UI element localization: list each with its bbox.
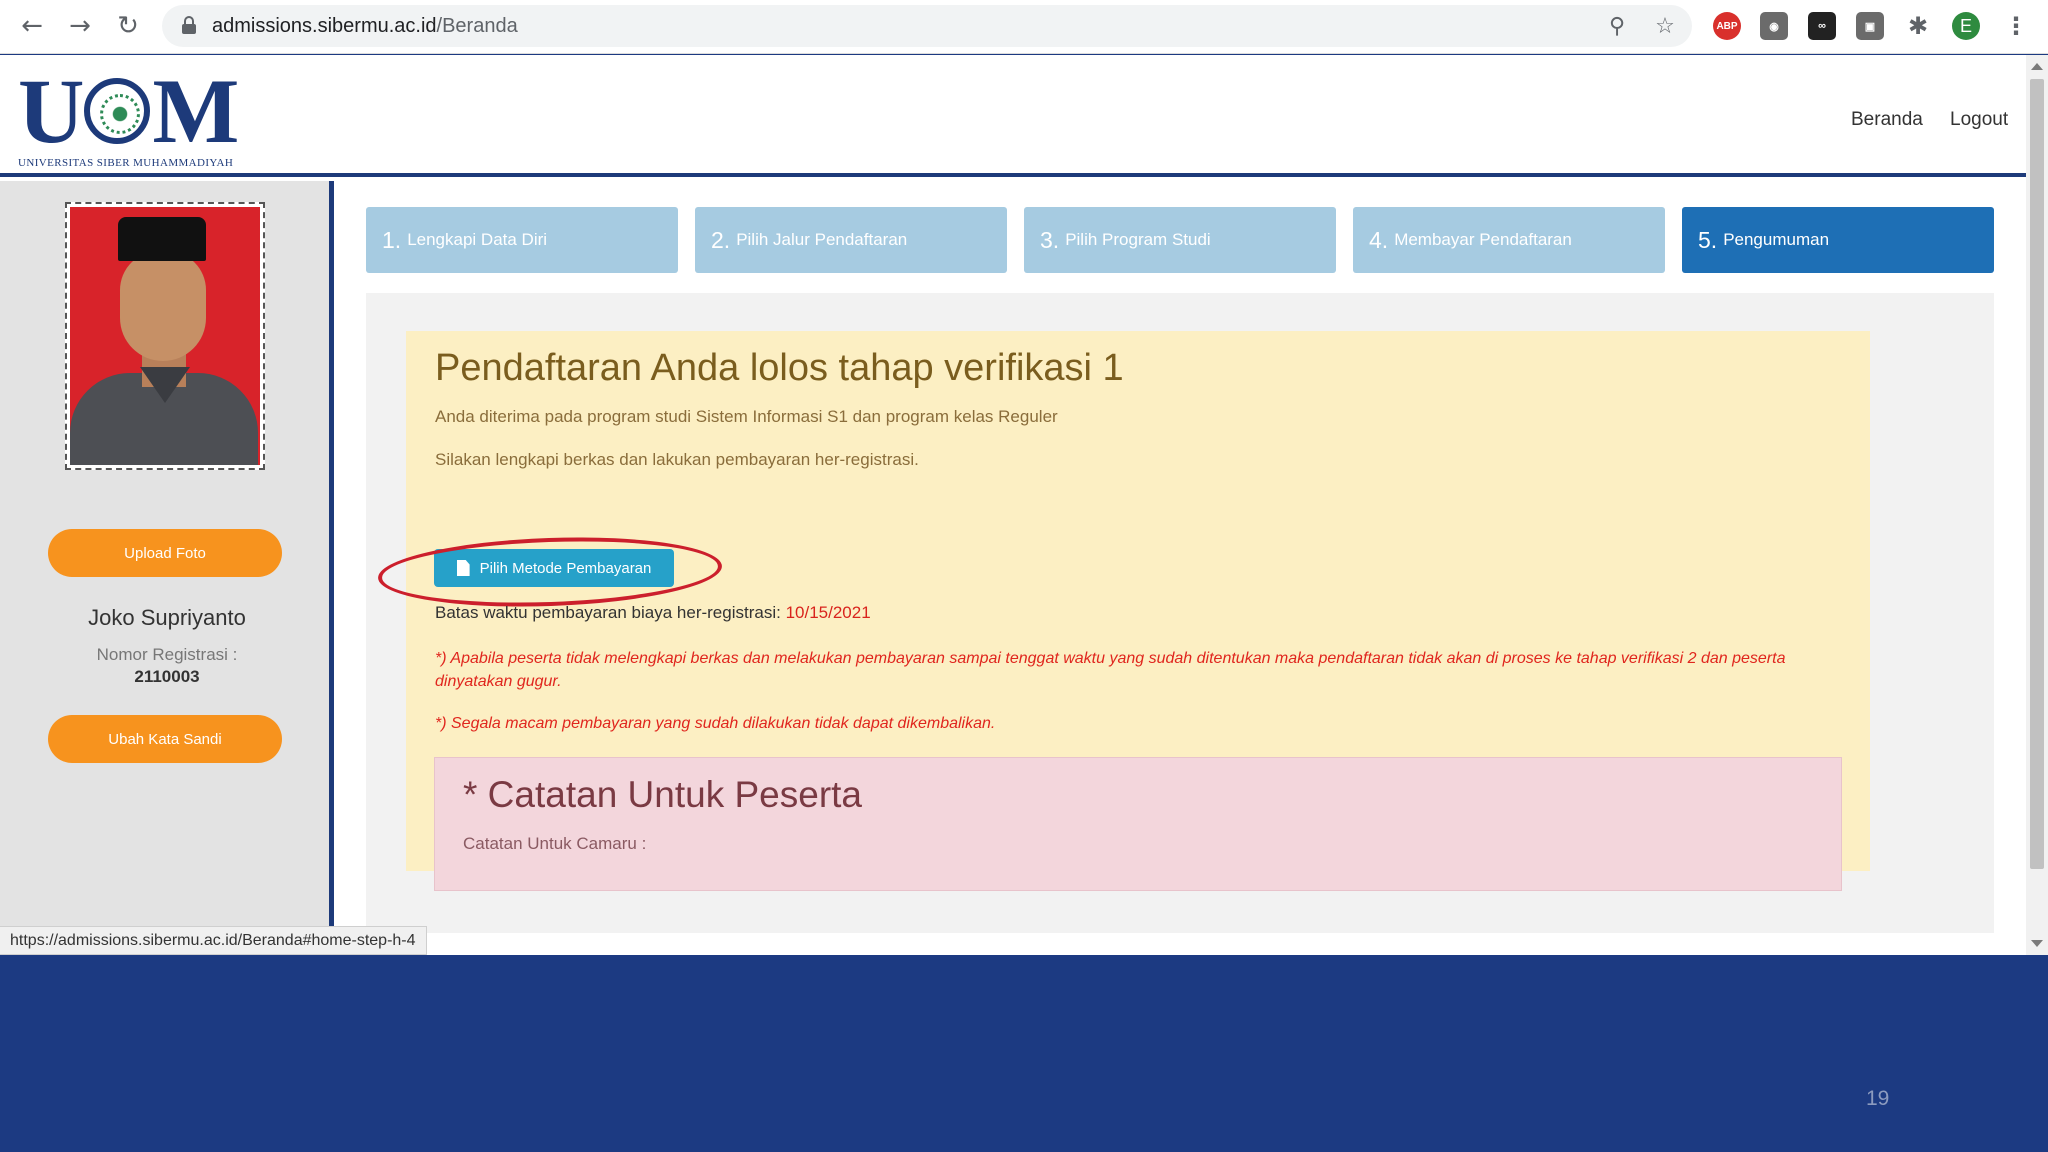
address-bar[interactable]: admissions.sibermu.ac.id/Beranda ⚲ ☆ [162,5,1692,47]
browser-menu-icon[interactable]: ⋮ [2002,12,2030,40]
user-name: Joko Supriyanto [88,605,246,630]
step-membayar-pendaftaran[interactable]: 4. Membayar Pendaftaran [1353,207,1665,273]
step-label: Lengkapi Data Diri [407,230,548,249]
back-icon[interactable]: ← [14,8,50,44]
warning-text-1: *) Apabila peserta tidak melengkapi berk… [435,650,1786,690]
url-path: /Beranda [436,15,518,37]
university-logo[interactable]: UM UNIVERSITAS SIBER MUHAMMADIYAH [18,60,253,171]
registration-number: 2110003 [134,667,200,686]
notes-title: * Catatan Untuk Peserta [463,774,862,815]
sync-extension-icon[interactable]: ∞ [1808,12,1836,40]
zoom-icon[interactable]: ⚲ [1604,13,1630,39]
step-pengumuman[interactable]: 5. Pengumuman [1682,207,1994,273]
camera-extension-icon[interactable]: ◉ [1760,12,1788,40]
step-number: 4. [1369,226,1389,253]
announcement-headline: Pendaftaran Anda lolos tahap verifikasi … [435,347,1124,389]
accepted-program-text: Anda diterima pada program studi Sistem … [435,407,1058,426]
payment-deadline: Batas waktu pembayaran biaya her-registr… [435,603,871,623]
profile-photo [65,202,265,470]
notes-box: * Catatan Untuk Peserta Catatan Untuk Ca… [434,757,1842,891]
notes-text: Catatan Untuk Camaru : [463,834,647,853]
logo-seal-icon [84,78,151,144]
bookmark-star-icon[interactable]: ☆ [1652,13,1678,39]
step-label: Pengumuman [1723,230,1830,249]
adblock-icon[interactable]: ABP [1713,12,1741,40]
warning-text-2: *) Segala macam pembayaran yang sudah di… [435,715,996,732]
scroll-up-icon[interactable] [2031,63,2043,70]
profile-photo-image [70,207,260,465]
step-pilih-jalur-pendaftaran[interactable]: 2. Pilih Jalur Pendaftaran [695,207,1007,273]
step-number: 3. [1040,226,1060,253]
profile-avatar[interactable]: E [1952,12,1980,40]
nav-logout-link[interactable]: Logout [1950,109,2008,131]
profile-sidebar: Upload Foto Joko Supriyanto Nomor Regist… [0,181,334,955]
upload-photo-button[interactable]: Upload Foto [48,529,282,577]
logo-mark: UM [18,60,239,162]
lock-icon[interactable] [182,16,196,34]
vertical-scrollbar[interactable] [2026,55,2048,955]
extensions-puzzle-icon[interactable]: ✱ [1904,12,1932,40]
step-number: 1. [382,226,402,253]
step-label: Pilih Jalur Pendaftaran [736,230,908,249]
step-number: 2. [711,226,731,253]
step-pilih-program-studi[interactable]: 3. Pilih Program Studi [1024,207,1336,273]
scroll-down-icon[interactable] [2031,940,2043,947]
screenshot-extension-icon[interactable]: ▣ [1856,12,1884,40]
status-bar-url: https://admissions.sibermu.ac.id/Beranda… [0,926,427,955]
url-text[interactable]: admissions.sibermu.ac.id/Beranda [212,15,518,38]
nav-beranda-link[interactable]: Beranda [1851,109,1923,131]
reload-icon[interactable]: ↻ [110,8,146,44]
logo-subtitle: UNIVERSITAS SIBER MUHAMMADIYAH [18,157,234,169]
deadline-label: Batas waktu pembayaran biaya her-registr… [435,603,781,622]
page-viewport: UM UNIVERSITAS SIBER MUHAMMADIYAH Berand… [0,55,2026,955]
site-header: UM UNIVERSITAS SIBER MUHAMMADIYAH Berand… [0,55,2026,177]
slide-number: 19 [1866,1087,1890,1110]
browser-toolbar: ← → ↻ admissions.sibermu.ac.id/Beranda ⚲… [0,0,2048,54]
instruction-text: Silakan lengkapi berkas dan lakukan pemb… [435,450,919,469]
step-number: 5. [1698,226,1718,253]
step-label: Pilih Program Studi [1065,230,1211,249]
forward-icon[interactable]: → [62,8,98,44]
deadline-date: 10/15/2021 [785,603,871,622]
step-label: Membayar Pendaftaran [1394,230,1572,249]
scrollbar-thumb[interactable] [2030,79,2044,869]
change-password-button[interactable]: Ubah Kata Sandi [48,715,282,763]
registration-label: Nomor Registrasi : [96,645,238,664]
step-lengkapi-data-diri[interactable]: 1. Lengkapi Data Diri [366,207,678,273]
url-domain: admissions.sibermu.ac.id [212,15,437,37]
